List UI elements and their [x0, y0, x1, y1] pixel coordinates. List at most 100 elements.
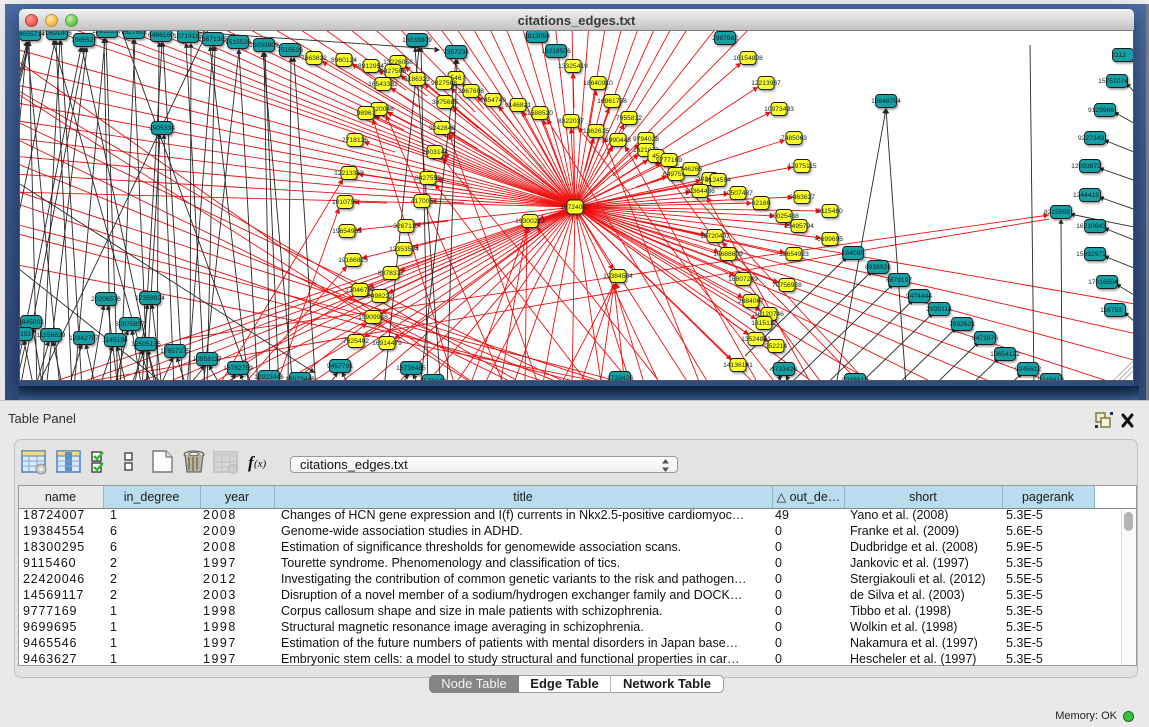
svg-text:19300273: 19300273: [515, 218, 545, 225]
svg-text:10654122: 10654122: [990, 351, 1020, 358]
svg-text:116753: 116753: [1100, 307, 1122, 314]
svg-text:8990443: 8990443: [605, 137, 631, 144]
svg-text:9115460: 9115460: [817, 208, 843, 215]
svg-text:12505135: 12505135: [131, 341, 161, 348]
svg-text:16914479: 16914479: [372, 340, 402, 347]
svg-text:39151: 39151: [20, 331, 32, 338]
svg-text:9777169: 9777169: [656, 157, 682, 164]
svg-text:7625402: 7625402: [343, 338, 369, 345]
svg-text:2935114: 2935114: [926, 306, 952, 313]
svg-text:15751074: 15751074: [1098, 78, 1128, 85]
svg-text:8454749: 8454749: [480, 97, 506, 104]
svg-text:13495794: 13495794: [784, 223, 814, 230]
svg-text:164095: 164095: [842, 250, 865, 257]
svg-text:1733426: 1733426: [607, 375, 633, 381]
svg-text:12213967: 12213967: [751, 80, 781, 87]
svg-text:(x): (x): [254, 458, 267, 470]
svg-text:15909948: 15909948: [358, 314, 388, 321]
svg-text:6699695: 6699695: [817, 236, 843, 243]
svg-text:7357234: 7357234: [443, 49, 469, 56]
svg-text:2718126: 2718126: [342, 137, 368, 144]
svg-text:1588520: 1588520: [527, 110, 553, 117]
svg-text:18807249: 18807249: [728, 276, 758, 283]
svg-text:19166825: 19166825: [338, 257, 368, 264]
svg-text:18640910: 18640910: [583, 80, 613, 87]
svg-text:9794028: 9794028: [633, 136, 659, 143]
svg-text:7515526: 7515526: [225, 39, 251, 46]
svg-text:62160: 62160: [752, 200, 771, 207]
svg-text:1145194: 1145194: [102, 337, 128, 344]
svg-text:10958117: 10958117: [192, 356, 222, 363]
svg-text:17957275: 17957275: [160, 348, 190, 355]
svg-text:10655267: 10655267: [92, 31, 122, 35]
svg-text:9463627: 9463627: [789, 194, 815, 201]
svg-text:1362615: 1362615: [583, 128, 609, 135]
svg-text:16648784: 16648784: [871, 98, 901, 105]
svg-text:13353594: 13353594: [389, 246, 419, 253]
svg-text:12923446: 12923446: [254, 374, 284, 381]
svg-text:2884067: 2884067: [738, 298, 764, 305]
svg-text:16923446: 16923446: [285, 376, 315, 381]
svg-text:16782759: 16782759: [223, 365, 253, 372]
svg-text:9129966: 9129966: [1088, 107, 1114, 114]
svg-text:2905334: 2905334: [149, 125, 175, 132]
svg-text:10507487: 10507487: [723, 190, 753, 197]
svg-text:11156829: 11156829: [37, 332, 66, 339]
svg-text:8322037: 8322037: [558, 118, 584, 125]
svg-text:15716485: 15716485: [396, 365, 426, 372]
svg-text:8938921: 8938921: [865, 264, 891, 271]
svg-text:3875685: 3875685: [432, 99, 458, 106]
svg-text:1010755: 1010755: [332, 199, 358, 206]
svg-text:2803144: 2803144: [422, 149, 448, 156]
svg-text:16543382: 16543382: [368, 81, 398, 88]
svg-text:98961: 98961: [357, 110, 376, 117]
svg-text:8215958: 8215958: [1044, 209, 1070, 216]
svg-text:9146821: 9146821: [505, 102, 531, 109]
svg-text:10025438: 10025438: [769, 213, 799, 220]
svg-text:12213369: 12213369: [334, 170, 364, 177]
svg-text:9474444: 9474444: [906, 293, 932, 300]
svg-text:13325419: 13325419: [558, 63, 588, 70]
svg-text:7955812: 7955812: [616, 115, 642, 122]
svg-text:8471676: 8471676: [972, 335, 998, 342]
svg-text:1244415: 1244415: [1073, 192, 1099, 199]
svg-text:1615112: 1615112: [751, 320, 777, 327]
svg-text:9245612: 9245612: [842, 377, 868, 381]
svg-text:1527602: 1527602: [121, 31, 147, 36]
svg-text:14136141: 14136141: [723, 362, 753, 369]
svg-text:9327508: 9327508: [431, 80, 457, 87]
svg-text:1065527: 1065527: [71, 37, 97, 44]
svg-text:12093872: 12093872: [1071, 163, 1101, 170]
svg-text:9245612: 9245612: [1015, 366, 1041, 373]
svg-text:15720407: 15720407: [700, 233, 730, 240]
svg-text:16210643: 16210643: [1076, 223, 1106, 230]
svg-text:3124554: 3124554: [705, 177, 731, 184]
svg-text:70756928: 70756928: [772, 282, 802, 289]
svg-text:12342757: 12342757: [69, 335, 99, 342]
svg-text:9327508: 9327508: [380, 68, 406, 75]
svg-text:12975115: 12975115: [787, 163, 817, 170]
svg-text:8960124: 8960124: [331, 57, 357, 64]
svg-text:10688609: 10688609: [713, 251, 743, 258]
svg-text:20691406: 20691406: [42, 31, 72, 37]
svg-text:8813054: 8813054: [524, 33, 550, 40]
svg-text:8845001: 8845001: [20, 319, 44, 326]
svg-text:16961758: 16961758: [597, 98, 627, 105]
svg-text:16033809: 16033809: [402, 37, 432, 44]
svg-text:19384554: 19384554: [603, 273, 633, 280]
svg-text:3267110: 3267110: [393, 223, 419, 230]
svg-text:8186323: 8186323: [404, 76, 430, 83]
svg-text:7485063: 7485063: [781, 135, 807, 142]
svg-text:16033809: 16033809: [249, 42, 279, 49]
svg-text:2987682: 2987682: [712, 35, 738, 42]
svg-text:9227343: 9227343: [1078, 135, 1104, 142]
svg-text:16154808: 16154808: [733, 55, 763, 62]
svg-text:13654923: 13654923: [779, 251, 809, 258]
svg-text:5498222: 5498222: [367, 293, 393, 300]
svg-text:10973493: 10973493: [764, 106, 794, 113]
svg-text:2967608: 2967608: [458, 88, 484, 95]
svg-text:746266: 746266: [680, 166, 703, 173]
svg-text:7663822: 7663822: [301, 55, 327, 62]
svg-text:17359924: 17359924: [135, 295, 165, 302]
svg-text:9242848: 9242848: [429, 125, 455, 132]
